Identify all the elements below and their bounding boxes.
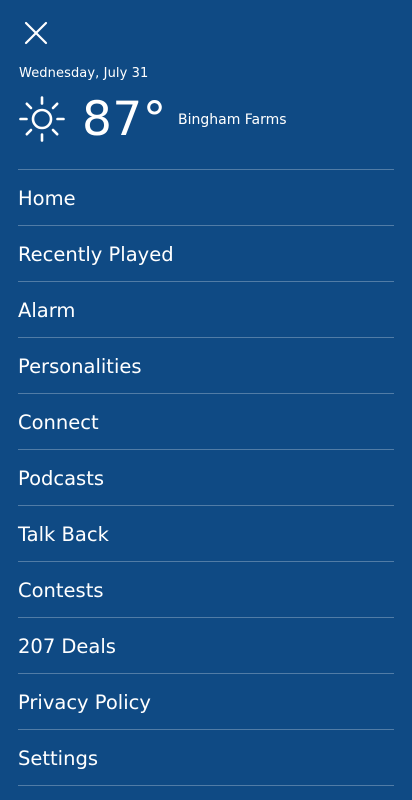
sun-icon: [19, 96, 65, 142]
menu-item-alarm[interactable]: Alarm: [18, 281, 394, 337]
menu-item-label: Personalities: [18, 355, 142, 378]
menu-item-personalities[interactable]: Personalities: [18, 337, 394, 393]
navigation-drawer: Wednesday, July 31 87° Bingham Farms Hom…: [0, 0, 412, 800]
menu-item-home[interactable]: Home: [18, 169, 394, 225]
menu-item-label: Podcasts: [18, 467, 105, 490]
menu-item-label: Alarm: [18, 299, 76, 322]
menu-item-connect[interactable]: Connect: [18, 393, 394, 449]
menu-item-label: Settings: [18, 747, 98, 770]
menu-item-recently-played[interactable]: Recently Played: [18, 225, 394, 281]
menu-item-podcasts[interactable]: Podcasts: [18, 449, 394, 505]
menu-item-label: Contests: [18, 579, 104, 602]
close-icon: [24, 21, 48, 45]
nav-menu: Home Recently Played Alarm Personalities…: [0, 169, 412, 786]
menu-item-privacy-policy[interactable]: Privacy Policy: [18, 673, 394, 729]
menu-item-label: Talk Back: [18, 523, 109, 546]
menu-item-label: Recently Played: [18, 243, 174, 266]
menu-item-label: Connect: [18, 411, 99, 434]
weather-date: Wednesday, July 31: [19, 66, 149, 81]
weather-location: Bingham Farms: [178, 112, 287, 128]
menu-item-label: Home: [18, 187, 76, 210]
weather-summary: 87° Bingham Farms: [18, 92, 398, 148]
menu-item-contests[interactable]: Contests: [18, 561, 394, 617]
menu-item-207-deals[interactable]: 207 Deals: [18, 617, 394, 673]
menu-item-talk-back[interactable]: Talk Back: [18, 505, 394, 561]
menu-item-label: Privacy Policy: [18, 691, 151, 714]
menu-item-settings[interactable]: Settings: [18, 729, 394, 786]
close-button[interactable]: [22, 19, 50, 47]
menu-item-label: 207 Deals: [18, 635, 116, 658]
temperature: 87°: [82, 92, 167, 147]
